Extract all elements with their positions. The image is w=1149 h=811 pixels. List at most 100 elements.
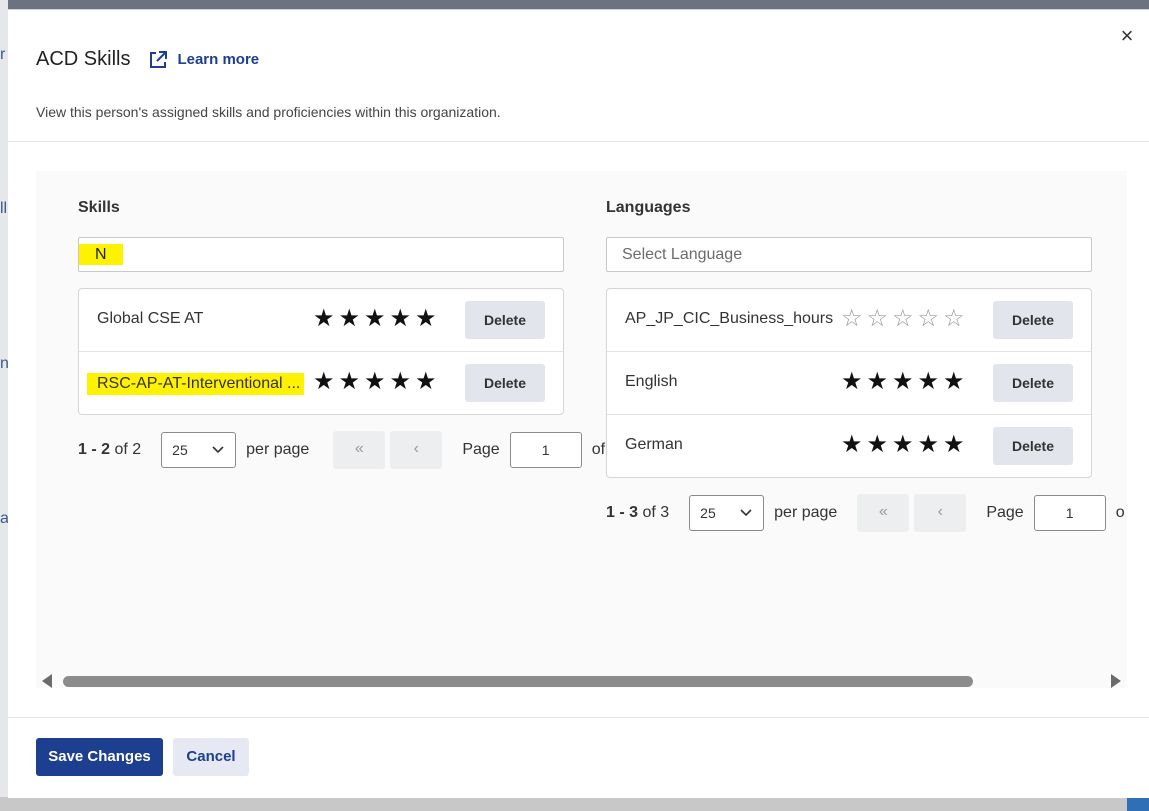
star-rating[interactable]: ★ ★ ★ ★ ★ [839, 432, 967, 458]
star-outline-icon[interactable]: ☆ [839, 306, 865, 332]
pagination-total: of 2 [114, 441, 142, 458]
learn-more-label: Learn more [177, 51, 260, 68]
star-filled-icon[interactable]: ★ [890, 369, 916, 395]
star-filled-icon[interactable]: ★ [311, 369, 337, 395]
star-filled-icon[interactable]: ★ [388, 369, 414, 395]
prev-page-button[interactable]: ‹ [914, 494, 967, 532]
star-filled-icon[interactable]: ★ [839, 432, 865, 458]
divider [8, 717, 1149, 718]
per-page-label: per page [246, 441, 310, 458]
star-filled-icon[interactable]: ★ [916, 369, 942, 395]
star-outline-icon[interactable]: ☆ [941, 306, 967, 332]
skills-search-value: N [79, 244, 123, 265]
skills-pagination: 1 - 2 of 2 25 per page « ‹ Page 1 of [78, 431, 605, 469]
star-filled-icon[interactable]: ★ [362, 369, 388, 395]
page-number-input[interactable]: 1 [509, 432, 582, 468]
list-item: RSC-AP-AT-Interventional ... ★ ★ ★ ★ ★ D… [79, 352, 563, 415]
prev-page-button[interactable]: ‹ [390, 431, 443, 469]
pagination-count: 1 - 2 of 2 [78, 441, 141, 459]
horizontal-scrollbar[interactable] [36, 671, 1127, 688]
pagination-total: of 3 [642, 504, 670, 521]
first-page-button[interactable]: « [857, 494, 910, 532]
page-of-label: o [1115, 504, 1125, 521]
star-filled-icon[interactable]: ★ [362, 306, 388, 332]
page-label: Page [462, 441, 500, 458]
star-filled-icon[interactable]: ★ [865, 369, 891, 395]
page-of-label: of [591, 441, 606, 458]
per-page-value: 25 [172, 442, 188, 458]
per-page-select[interactable]: 25 [161, 432, 237, 468]
language-select-input[interactable]: Select Language [606, 237, 1092, 272]
list-item: English ★ ★ ★ ★ ★ Delete [607, 352, 1091, 415]
cancel-button[interactable]: Cancel [173, 738, 249, 776]
star-filled-icon[interactable]: ★ [865, 432, 891, 458]
delete-button[interactable]: Delete [993, 301, 1073, 339]
scroll-left-icon[interactable] [42, 674, 52, 688]
language-name: AP_JP_CIC_Business_hours [625, 310, 834, 327]
background-text: n [0, 355, 8, 372]
external-link-icon [150, 50, 168, 68]
language-placeholder: Select Language [622, 246, 743, 263]
star-filled-icon[interactable]: ★ [413, 306, 439, 332]
languages-heading: Languages [606, 199, 691, 216]
learn-more-link[interactable]: Learn more [148, 50, 259, 70]
scrollbar-thumb[interactable] [63, 676, 973, 687]
modal-header: ACD Skills Learn more [36, 48, 259, 71]
per-page-select[interactable]: 25 [689, 495, 765, 531]
star-rating[interactable]: ★ ★ ★ ★ ★ [311, 306, 439, 332]
page-label: Page [986, 504, 1024, 521]
scroll-right-icon[interactable] [1111, 674, 1121, 688]
skills-list: Global CSE AT ★ ★ ★ ★ ★ Delete RSC-AP-AT… [78, 288, 564, 415]
star-outline-icon[interactable]: ☆ [865, 306, 891, 332]
per-page-label: per page [774, 504, 838, 521]
background-accent [1127, 797, 1149, 811]
skill-name: Global CSE AT [97, 310, 204, 327]
list-item: Global CSE AT ★ ★ ★ ★ ★ Delete [79, 289, 563, 352]
language-name: German [625, 436, 683, 453]
list-item: AP_JP_CIC_Business_hours ☆ ☆ ☆ ☆ ☆ Delet… [607, 289, 1091, 352]
chevron-down-icon [739, 496, 753, 542]
acd-skills-modal: × ACD Skills Learn more View this person… [8, 9, 1149, 798]
background-scrollbar [0, 797, 1149, 811]
pagination-range: 1 - 2 [78, 441, 111, 458]
star-filled-icon[interactable]: ★ [311, 306, 337, 332]
close-icon: × [1120, 23, 1134, 48]
chevron-down-icon [211, 433, 225, 479]
star-filled-icon[interactable]: ★ [890, 432, 916, 458]
star-filled-icon[interactable]: ★ [337, 369, 363, 395]
star-outline-icon[interactable]: ☆ [890, 306, 916, 332]
background-app [0, 0, 8, 811]
pagination-count: 1 - 3 of 3 [606, 504, 669, 522]
language-name: English [625, 373, 678, 390]
background-text: ll [0, 200, 8, 217]
close-button[interactable]: × [1115, 24, 1139, 48]
skills-search-input[interactable]: N [78, 237, 564, 272]
delete-button[interactable]: Delete [993, 364, 1073, 402]
skills-heading: Skills [78, 199, 120, 216]
first-page-button[interactable]: « [333, 431, 386, 469]
star-rating[interactable]: ★ ★ ★ ★ ★ [311, 369, 439, 395]
star-filled-icon[interactable]: ★ [916, 432, 942, 458]
star-filled-icon[interactable]: ★ [413, 369, 439, 395]
star-outline-icon[interactable]: ☆ [916, 306, 942, 332]
languages-list: AP_JP_CIC_Business_hours ☆ ☆ ☆ ☆ ☆ Delet… [606, 288, 1092, 478]
delete-button[interactable]: Delete [465, 364, 545, 402]
list-item: German ★ ★ ★ ★ ★ Delete [607, 415, 1091, 478]
star-filled-icon[interactable]: ★ [388, 306, 414, 332]
star-filled-icon[interactable]: ★ [941, 432, 967, 458]
delete-button[interactable]: Delete [993, 427, 1073, 465]
star-rating[interactable]: ☆ ☆ ☆ ☆ ☆ [839, 306, 967, 332]
star-filled-icon[interactable]: ★ [941, 369, 967, 395]
skill-name: RSC-AP-AT-Interventional ... [87, 373, 305, 395]
modal-subtitle: View this person's assigned skills and p… [36, 104, 501, 120]
star-filled-icon[interactable]: ★ [839, 369, 865, 395]
skills-content-panel: Skills N Global CSE AT ★ ★ ★ ★ ★ Delete … [36, 171, 1127, 688]
page-number-input[interactable]: 1 [1033, 495, 1106, 531]
per-page-value: 25 [700, 505, 716, 521]
star-filled-icon[interactable]: ★ [337, 306, 363, 332]
delete-button[interactable]: Delete [465, 301, 545, 339]
background-text: a [0, 510, 8, 527]
save-changes-button[interactable]: Save Changes [36, 738, 163, 776]
star-rating[interactable]: ★ ★ ★ ★ ★ [839, 369, 967, 395]
pagination-range: 1 - 3 [606, 504, 639, 521]
